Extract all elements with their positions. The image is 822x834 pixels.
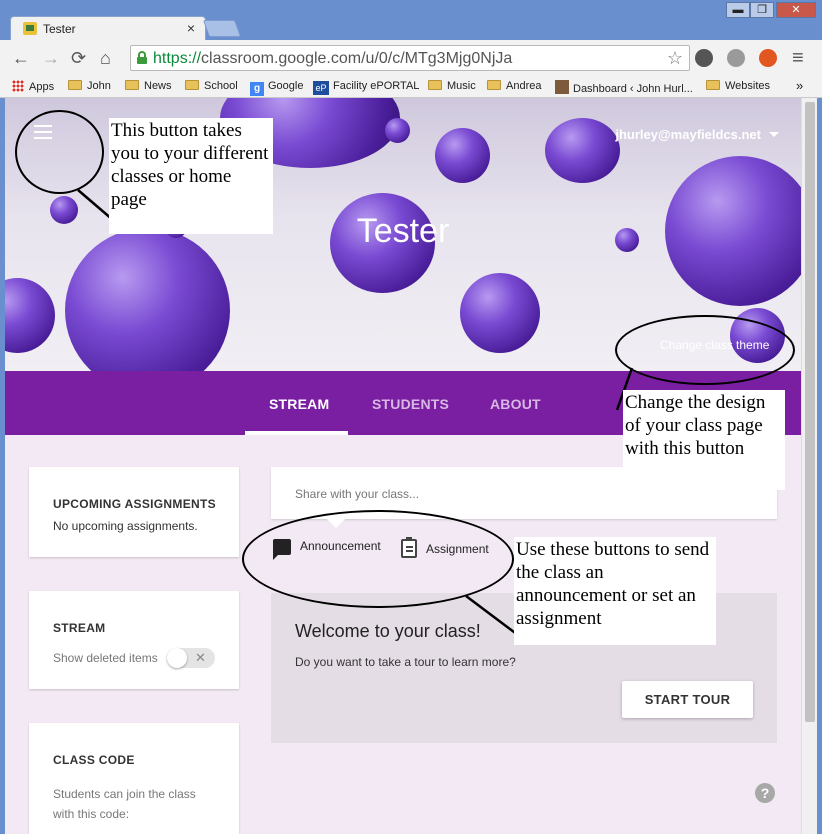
browser-toolbar: ← → ⟳ ⌂ https://classroom.google.com/u/0…	[0, 40, 822, 76]
minimize-button[interactable]: ▬	[726, 2, 750, 18]
bookmark-school[interactable]: School	[185, 80, 238, 92]
annotation-ellipse-menu	[15, 110, 104, 194]
new-tab-button[interactable]	[202, 20, 242, 37]
account-email: jhurley@mayfieldcs.net	[615, 127, 761, 142]
bookmark-john[interactable]: John	[68, 80, 111, 92]
class-code-card: CLASS CODE Students can join the class w…	[29, 723, 239, 834]
folder-icon	[428, 80, 442, 90]
annotation-ellipse-theme	[615, 315, 795, 385]
help-icon[interactable]: ?	[755, 783, 775, 803]
page-scrollbar[interactable]	[801, 98, 817, 834]
upcoming-assignments-text: No upcoming assignments.	[53, 519, 198, 533]
bookmark-apps[interactable]: Apps	[12, 80, 54, 93]
folder-icon	[185, 80, 199, 90]
extension-fire-icon[interactable]	[759, 49, 777, 67]
folder-icon	[487, 80, 501, 90]
tab-stream[interactable]: STREAM	[269, 396, 329, 412]
bubble-decoration	[5, 278, 55, 353]
bookmark-facility-eportal[interactable]: eP Facility ePORTAL	[313, 80, 419, 95]
eportal-icon: eP	[313, 81, 329, 95]
extension-icon[interactable]	[727, 49, 745, 67]
welcome-text: Do you want to take a tour to learn more…	[295, 655, 516, 669]
apps-grid-icon	[12, 80, 24, 92]
bookmark-news[interactable]: News	[125, 80, 172, 92]
tab-title: Tester	[43, 22, 76, 36]
folder-icon	[706, 80, 720, 90]
show-deleted-toggle[interactable]: ✕	[167, 648, 215, 668]
caret-down-icon	[769, 132, 779, 137]
annotation-ellipse-buttons	[242, 510, 514, 608]
folder-icon	[68, 80, 82, 90]
url-text: https://classroom.google.com/u/0/c/MTg3M…	[153, 50, 513, 67]
bookmark-dashboard[interactable]: Dashboard ‹ John Hurl...	[555, 80, 693, 95]
bookmark-andrea[interactable]: Andrea	[487, 80, 541, 92]
lock-icon	[137, 51, 147, 64]
annotation-note-menu: This button takes you to your different …	[109, 118, 273, 234]
bubble-decoration	[435, 128, 490, 183]
bookmarks-bar: Apps John News School g Google eP Facility…	[0, 76, 822, 98]
upcoming-assignments-title: UPCOMING ASSIGNMENTS	[53, 497, 216, 511]
class-code-title: CLASS CODE	[53, 753, 135, 767]
annotation-note-theme: Change the design of your class page wit…	[623, 390, 785, 490]
start-tour-button[interactable]: START TOUR	[622, 681, 753, 718]
bookmark-music[interactable]: Music	[428, 80, 476, 92]
bookmarks-overflow-icon[interactable]: »	[796, 78, 803, 93]
tab-about[interactable]: ABOUT	[490, 396, 541, 412]
back-icon[interactable]: ←	[12, 48, 30, 68]
browser-tab[interactable]: Tester ×	[10, 16, 206, 40]
reload-icon[interactable]: ⟳	[71, 48, 86, 68]
bookmark-google[interactable]: g Google	[250, 80, 303, 96]
account-menu[interactable]: jhurley@mayfieldcs.net	[615, 127, 779, 142]
class-code-text-2: with this code:	[53, 807, 130, 821]
toggle-knob	[167, 648, 187, 668]
bookmark-star-icon[interactable]: ☆	[667, 48, 683, 69]
upcoming-assignments-card: UPCOMING ASSIGNMENTS No upcoming assignm…	[29, 467, 239, 557]
close-window-button[interactable]: ✕	[776, 2, 816, 18]
classroom-favicon-icon	[23, 22, 37, 35]
stream-card-title: STREAM	[53, 621, 106, 635]
share-placeholder: Share with your class...	[295, 487, 420, 501]
stream-settings-card: STREAM Show deleted items ✕	[29, 591, 239, 689]
class-code-text-1: Students can join the class	[53, 787, 196, 801]
home-icon[interactable]: ⌂	[100, 48, 111, 68]
tab-students[interactable]: STUDENTS	[372, 396, 449, 412]
bubble-decoration	[460, 273, 540, 353]
bookmark-websites[interactable]: Websites	[706, 80, 770, 92]
scrollbar-thumb[interactable]	[805, 102, 815, 722]
forward-icon[interactable]: →	[42, 48, 60, 68]
toggle-off-icon: ✕	[195, 650, 206, 665]
dashboard-icon	[555, 80, 569, 94]
welcome-title: Welcome to your class!	[295, 621, 481, 641]
tab-close-icon[interactable]: ×	[187, 20, 195, 36]
browser-titlebar: Tester × ▬ ❐ ✕	[0, 0, 822, 40]
window-frame-right	[817, 98, 822, 834]
chrome-menu-icon[interactable]: ≡	[792, 48, 804, 68]
maximize-button[interactable]: ❐	[750, 2, 774, 18]
address-bar[interactable]: https://classroom.google.com/u/0/c/MTg3M…	[130, 45, 690, 71]
evernote-extension-icon[interactable]	[695, 49, 713, 67]
google-icon: g	[250, 82, 264, 96]
folder-icon	[125, 80, 139, 90]
annotation-note-buttons: Use these buttons to send the class an a…	[514, 537, 716, 645]
bubble-decoration	[545, 118, 620, 183]
bubble-decoration	[385, 118, 410, 143]
show-deleted-label: Show deleted items	[53, 651, 158, 665]
